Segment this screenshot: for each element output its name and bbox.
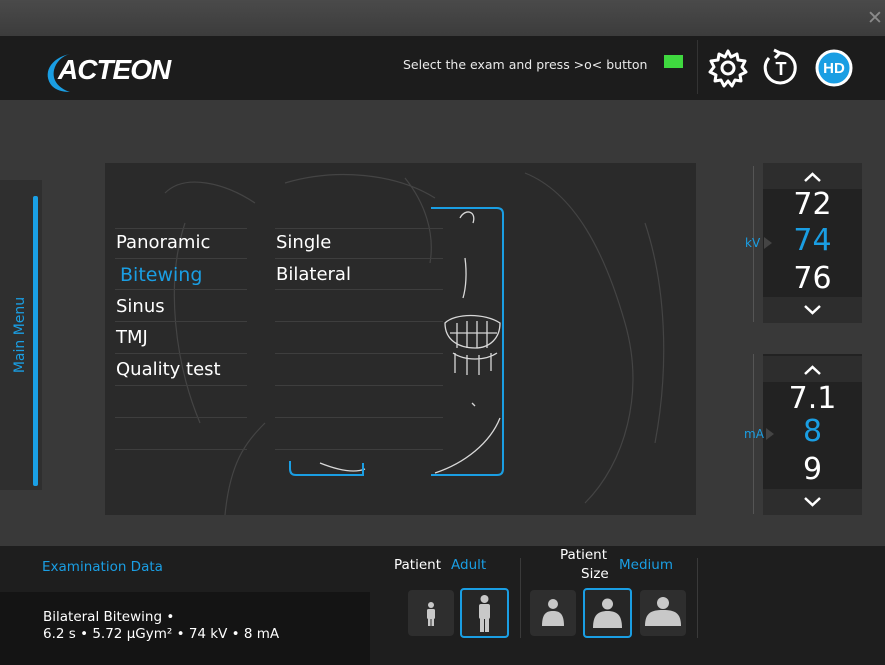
patient-size-medium-button[interactable]	[583, 588, 632, 638]
grid-line	[115, 321, 247, 322]
grid-line	[115, 449, 247, 450]
ma-unit-label: mA	[744, 427, 764, 441]
grid-line	[115, 353, 247, 354]
exam-data-line2: 6.2 s • 5.72 µGym² • 74 kV • 8 mA	[43, 626, 280, 642]
close-icon[interactable]: ✕	[866, 9, 884, 28]
grid-line	[275, 385, 443, 386]
exam-selection-panel	[105, 163, 696, 515]
footer-divider	[520, 558, 521, 638]
ma-pointer	[766, 428, 774, 440]
kv-value-next: 76	[793, 261, 832, 296]
exam-item-quality-test[interactable]: Quality test	[116, 359, 221, 380]
patient-adult-button[interactable]	[460, 588, 509, 638]
patient-child-button[interactable]	[408, 590, 454, 636]
grid-line	[115, 385, 247, 386]
medium-person-icon	[593, 598, 622, 628]
footer-divider	[697, 558, 698, 638]
grid-line	[275, 449, 443, 450]
chevron-down-icon	[804, 305, 821, 315]
patient-label: Patient	[394, 557, 442, 573]
hd-icon[interactable]: HD	[814, 48, 854, 88]
ma-down-button[interactable]	[763, 489, 862, 515]
exam-item-bitewing[interactable]: Bitewing	[120, 264, 202, 286]
kv-down-button[interactable]	[763, 297, 862, 323]
patient-size-large-button[interactable]	[640, 590, 686, 636]
svg-text:T: T	[776, 59, 787, 79]
exam-item-tmj[interactable]: TMJ	[116, 327, 148, 348]
patient-size-value: Medium	[619, 557, 673, 573]
chevron-up-icon	[804, 172, 821, 182]
ma-value-next: 9	[802, 452, 823, 487]
patient-size-small-button[interactable]	[530, 590, 576, 636]
chevron-down-icon	[804, 497, 821, 507]
exam-item-panoramic[interactable]: Panoramic	[116, 232, 210, 253]
ma-up-button[interactable]	[763, 356, 862, 382]
header-divider	[697, 40, 698, 94]
logo-text: ACTEON	[58, 54, 171, 85]
child-icon	[427, 602, 435, 626]
kv-pointer	[764, 237, 772, 249]
chevron-up-icon	[804, 365, 821, 375]
grid-line	[115, 289, 247, 290]
adult-icon	[479, 595, 490, 632]
grid-line	[115, 417, 247, 418]
exam-mode-bilateral[interactable]: Bilateral	[276, 264, 351, 285]
kv-value-prev: 72	[793, 187, 832, 222]
ready-indicator	[664, 55, 683, 68]
grid-line	[115, 258, 247, 259]
instruction-text: Select the exam and press >o< button	[403, 57, 648, 72]
kv-up-button[interactable]	[763, 163, 862, 189]
window-title-bar	[0, 0, 885, 36]
settings-icon[interactable]	[708, 48, 748, 88]
grid-line	[275, 289, 443, 290]
rotate-t-icon[interactable]: T	[761, 48, 801, 88]
kv-unit-label: kV	[745, 236, 761, 250]
kv-value-current: 74	[793, 223, 832, 258]
grid-line	[275, 321, 443, 322]
small-person-icon	[542, 599, 564, 626]
main-menu-label: Main Menu	[12, 296, 28, 374]
grid-line	[275, 258, 443, 259]
patient-size-label-2: Size	[581, 566, 609, 582]
ma-value-prev: 7.1	[788, 381, 837, 416]
grid-line	[275, 353, 443, 354]
exam-data-line1: Bilateral Bitewing •	[43, 609, 175, 625]
exam-mode-single[interactable]: Single	[276, 232, 331, 253]
patient-value: Adult	[451, 557, 487, 573]
svg-text:HD: HD	[823, 60, 845, 77]
main-menu-accent-bar	[33, 196, 38, 486]
grid-line	[275, 417, 443, 418]
grid-line	[275, 228, 443, 229]
ma-value-current: 8	[802, 414, 823, 449]
patient-size-label-1: Patient	[560, 547, 608, 563]
exam-item-sinus[interactable]: Sinus	[116, 296, 165, 317]
large-person-icon	[645, 597, 681, 626]
grid-line	[115, 228, 247, 229]
exam-data-title: Examination Data	[42, 559, 163, 575]
